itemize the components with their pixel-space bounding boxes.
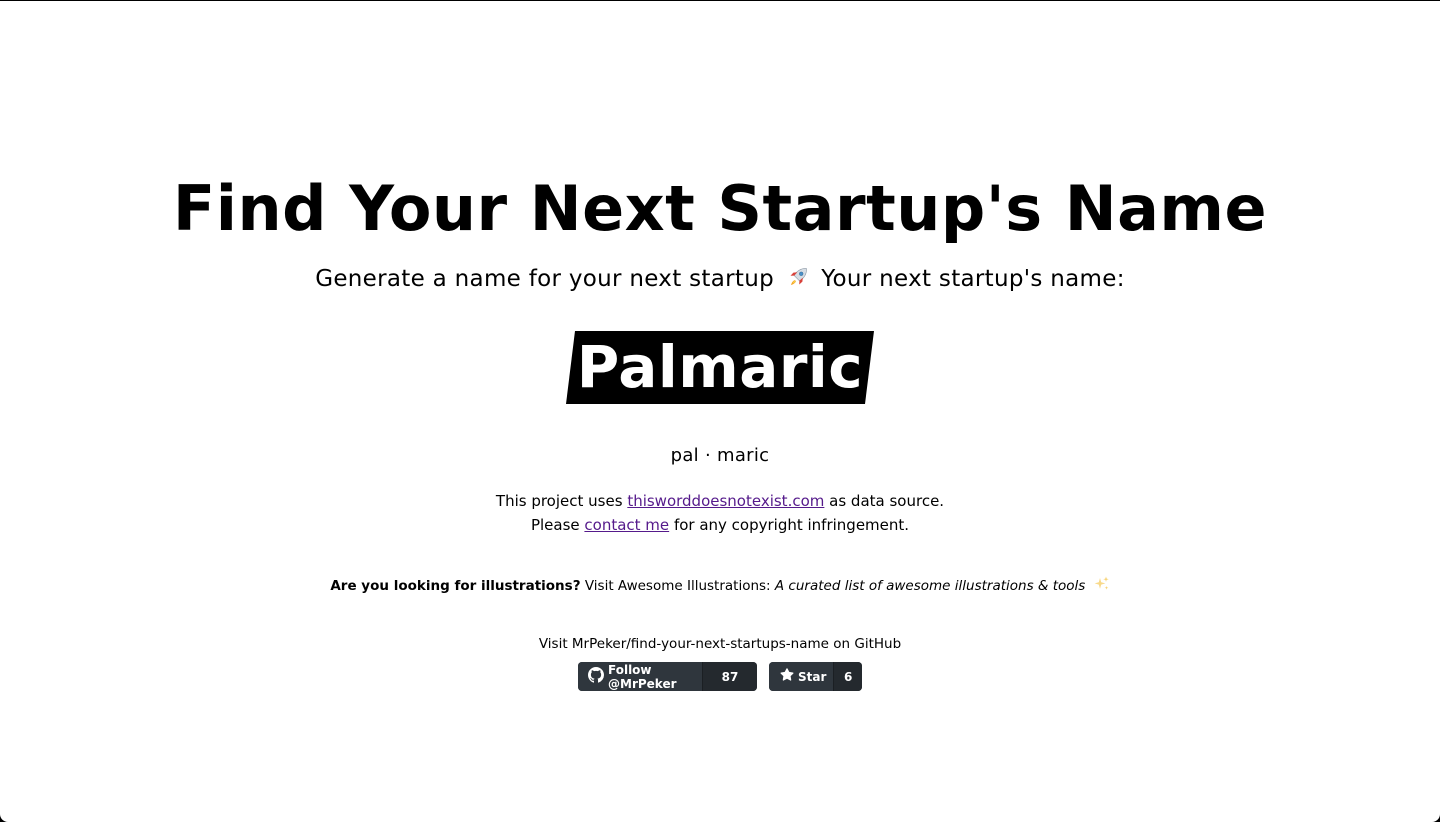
rocket-icon (786, 265, 810, 298)
promo-question: Are you looking for illustrations? (330, 578, 581, 594)
illustrations-promo[interactable]: Are you looking for illustrations? Visit… (0, 575, 1440, 599)
follow-label: Follow @MrPeker (608, 662, 677, 691)
follow-count[interactable]: 87 (702, 662, 757, 691)
github-badges: Follow @MrPeker 87 Star 6 (578, 662, 862, 691)
follow-button-label-area[interactable]: Follow @MrPeker (578, 662, 702, 691)
promo-description: A curated list of awesome illustrations … (774, 578, 1086, 594)
page: Find Your Next Startup's Name Generate a… (0, 1, 1440, 822)
star-button-label-area[interactable]: Star (769, 662, 833, 691)
contact-link[interactable]: contact me (584, 516, 669, 534)
page-title: Find Your Next Startup's Name (172, 172, 1268, 245)
sparkles-icon (1094, 576, 1110, 599)
data-source-suffix: as data source. (829, 492, 945, 510)
copyright-suffix: for any copyright infringement. (673, 516, 910, 534)
data-source-line: This project uses thisworddoesnotexist.c… (0, 489, 1440, 513)
subtitle-text: Generate a name for your next startup (315, 266, 774, 292)
github-visit-text: Visit MrPeker/find-your-next-startups-na… (538, 636, 902, 652)
data-source-prefix: This project uses (495, 492, 623, 510)
startup-name: Palmaric (576, 333, 864, 401)
name-syllables: pal · maric (670, 445, 770, 466)
copyright-line: Please contact me for any copyright infr… (0, 513, 1440, 537)
promo-visit-text: Visit Awesome Illustrations: (584, 578, 771, 594)
credits: This project uses thisworddoesnotexist.c… (0, 489, 1440, 537)
star-button[interactable]: Star 6 (769, 662, 862, 691)
subtitle-result-label: Your next startup's name: (821, 266, 1125, 292)
star-label: Star (798, 669, 827, 684)
follow-button[interactable]: Follow @MrPeker 87 (578, 662, 757, 691)
startup-name-highlight: Palmaric (566, 331, 874, 404)
data-source-link[interactable]: thisworddoesnotexist.com (627, 492, 824, 510)
copyright-prefix: Please (530, 516, 580, 534)
star-count[interactable]: 6 (833, 662, 862, 691)
star-icon (780, 668, 794, 685)
page-subtitle: Generate a name for your next startup Yo… (0, 263, 1440, 298)
github-icon (588, 667, 604, 686)
